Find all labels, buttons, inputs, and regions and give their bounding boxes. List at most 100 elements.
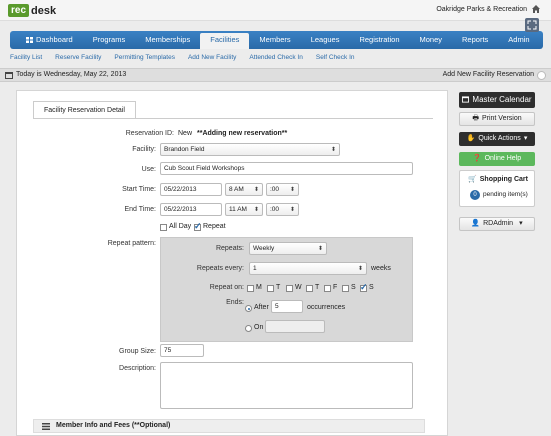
- ends-on-radio[interactable]: [245, 325, 252, 332]
- day-label-fri: F: [333, 284, 338, 291]
- updown-icon: ⬍: [317, 246, 323, 252]
- repeat-checkbox[interactable]: [194, 221, 202, 232]
- day-checkbox-wed[interactable]: [286, 285, 293, 292]
- member-info-section[interactable]: Member Info and Fees (**Optional): [33, 419, 425, 433]
- collapse-icon[interactable]: [537, 71, 546, 80]
- end-date-input[interactable]: 05/22/2013: [160, 203, 222, 216]
- shopping-cart-label: Shopping Cart: [479, 176, 528, 183]
- occurrences-label: occurrences: [307, 304, 346, 311]
- master-calendar-button[interactable]: Master Calendar: [459, 92, 535, 108]
- repeats-label: Repeats:: [215, 245, 244, 252]
- updown-icon: ⬍: [357, 266, 363, 272]
- hand-icon: ✋: [466, 135, 476, 142]
- nav-programs[interactable]: Programs: [83, 31, 136, 49]
- online-help-label: Online Help: [484, 155, 522, 162]
- calendar-icon: [5, 72, 13, 79]
- tab-divider: [33, 118, 433, 119]
- all-day-checkbox[interactable]: [160, 224, 167, 231]
- tab-facility-reservation-detail[interactable]: Facility Reservation Detail: [33, 101, 136, 119]
- nav-dashboard[interactable]: Dashboard: [16, 31, 83, 49]
- repeats-select[interactable]: Weekly ⬍: [249, 242, 327, 255]
- repeat-pattern-box: Repeats: Weekly ⬍ Repeats every: 1 ⬍ wee…: [160, 237, 413, 342]
- reservation-panel: Facility Reservation Detail Reservation …: [16, 90, 448, 436]
- caret-down-icon: ▾: [519, 220, 523, 227]
- online-help-button[interactable]: ❓ Online Help: [459, 152, 535, 166]
- subnav-facility-list[interactable]: Facility List: [10, 51, 42, 65]
- nav-members[interactable]: Members: [249, 31, 300, 49]
- reservation-id-note: **Adding new reservation**: [197, 130, 288, 137]
- user-menu-label: RDAdmin: [483, 220, 514, 227]
- nav-label: Dashboard: [36, 35, 73, 44]
- facility-label: Facility:: [132, 146, 156, 153]
- logo-rec: rec: [8, 4, 30, 17]
- day-checkbox-fri[interactable]: [324, 285, 331, 292]
- expand-icon[interactable]: [525, 18, 539, 32]
- home-icon[interactable]: [531, 4, 541, 14]
- day-label-sun: S: [369, 284, 374, 291]
- start-minute-select[interactable]: :00 ⬍: [266, 183, 299, 196]
- end-minute-value: :00: [270, 206, 280, 213]
- updown-icon: ⬍: [289, 187, 295, 193]
- group-size-input[interactable]: 75: [160, 344, 204, 357]
- updown-icon: ⬍: [330, 147, 336, 153]
- subnav-reserve-facility[interactable]: Reserve Facility: [55, 51, 101, 65]
- repeats-every-label: Repeats every:: [196, 265, 244, 272]
- end-hour-select[interactable]: 11 AM ⬍: [225, 203, 263, 216]
- end-time-label: End Time:: [124, 206, 156, 213]
- print-icon: 🖶: [472, 115, 479, 122]
- organization-name: Oakridge Parks & Recreation: [436, 6, 527, 13]
- nav-memberships[interactable]: Memberships: [135, 31, 200, 49]
- day-checkbox-sat[interactable]: [342, 285, 349, 292]
- nav-admin[interactable]: Admin: [498, 31, 539, 49]
- member-info-label: Member Info and Fees (**Optional): [56, 422, 171, 429]
- use-label: Use:: [141, 166, 156, 173]
- logo[interactable]: rec desk: [8, 4, 56, 17]
- main-nav: Dashboard Programs Memberships Facilitie…: [10, 18, 543, 49]
- top-bar: rec desk Oakridge Parks & Recreation: [0, 0, 551, 21]
- group-size-label: Group Size:: [119, 348, 156, 355]
- day-label-wed: W: [295, 284, 302, 291]
- subnav-self-check-in[interactable]: Self Check In: [316, 51, 355, 65]
- subnav-attended-check-in[interactable]: Attended Check In: [249, 51, 302, 65]
- day-checkbox-tue[interactable]: [267, 285, 274, 292]
- start-date-input[interactable]: 05/22/2013: [160, 183, 222, 196]
- shopping-cart[interactable]: 🛒 Shopping Cart 0 pending item(s): [459, 170, 535, 207]
- print-version-button[interactable]: 🖶 Print Version: [459, 112, 535, 126]
- day-checkbox-sun[interactable]: [360, 282, 368, 293]
- print-version-label: Print Version: [481, 115, 522, 122]
- repeats-every-select[interactable]: 1 ⬍: [249, 262, 367, 275]
- nav-money[interactable]: Money: [410, 31, 453, 49]
- use-input[interactable]: Cub Scout Field Workshops: [160, 162, 413, 175]
- user-icon: 👤: [471, 220, 481, 227]
- subnav-permitting-templates[interactable]: Permitting Templates: [114, 51, 175, 65]
- repeat-label: Repeat: [203, 223, 226, 230]
- updown-icon: ⬍: [253, 207, 259, 213]
- day-label-sat: S: [351, 284, 356, 291]
- all-day-label: All Day: [169, 223, 192, 230]
- nav-reports[interactable]: Reports: [452, 31, 498, 49]
- subnav-add-new-facility[interactable]: Add New Facility: [188, 51, 236, 65]
- day-label-tue: T: [276, 284, 281, 291]
- repeats-value: Weekly: [253, 245, 275, 252]
- sub-nav: Facility List Reserve Facility Permittin…: [0, 51, 551, 65]
- ends-after-radio[interactable]: [245, 305, 252, 312]
- description-textarea[interactable]: [160, 362, 413, 409]
- day-checkbox-thu[interactable]: [306, 285, 313, 292]
- nav-leagues[interactable]: Leagues: [301, 31, 350, 49]
- nav-registration[interactable]: Registration: [349, 31, 409, 49]
- start-hour-select[interactable]: 8 AM ⬍: [225, 183, 263, 196]
- today-date: Today is Wednesday, May 22, 2013: [16, 71, 127, 78]
- ends-on-date-input[interactable]: [265, 320, 325, 333]
- user-menu-button[interactable]: 👤 RDAdmin ▾: [459, 217, 535, 231]
- ends-label: Ends:: [226, 299, 244, 306]
- nav-facilities[interactable]: Facilities: [200, 33, 250, 49]
- ends-after-input[interactable]: 5: [271, 300, 303, 313]
- repeat-on-label: Repeat on:: [209, 284, 244, 291]
- updown-icon: ⬍: [289, 207, 295, 213]
- quick-actions-button[interactable]: ✋ Quick Actions ▾: [459, 132, 535, 146]
- end-minute-select[interactable]: :00 ⬍: [266, 203, 299, 216]
- date-bar: Today is Wednesday, May 22, 2013 Add New…: [0, 68, 551, 82]
- repeats-every-value: 1: [253, 265, 257, 272]
- facility-select[interactable]: Brandon Field ⬍: [160, 143, 340, 156]
- day-checkbox-mon[interactable]: [247, 285, 254, 292]
